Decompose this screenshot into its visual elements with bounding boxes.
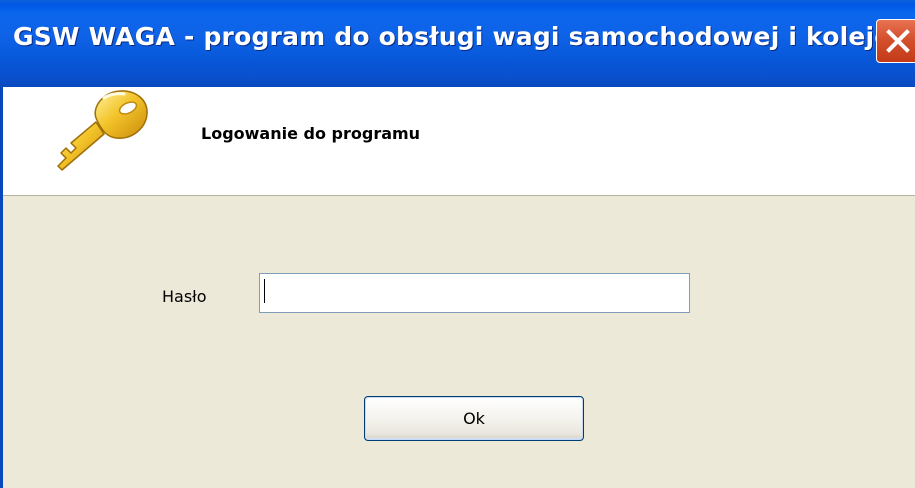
text-caret bbox=[264, 279, 265, 303]
header-title: Logowanie do programu bbox=[201, 124, 421, 143]
password-input[interactable] bbox=[259, 273, 690, 313]
ok-button[interactable]: Ok bbox=[364, 396, 584, 441]
close-icon bbox=[886, 29, 910, 53]
login-window: GSW WAGA - program do obsługi wagi samoc… bbox=[0, 0, 915, 488]
key-icon bbox=[57, 90, 148, 171]
close-button[interactable] bbox=[876, 19, 915, 63]
content-panel bbox=[3, 196, 915, 488]
window-title: GSW WAGA - program do obsługi wagi samoc… bbox=[13, 22, 915, 51]
password-label: Hasło bbox=[162, 287, 207, 306]
title-bar[interactable]: GSW WAGA - program do obsługi wagi samoc… bbox=[0, 0, 915, 87]
